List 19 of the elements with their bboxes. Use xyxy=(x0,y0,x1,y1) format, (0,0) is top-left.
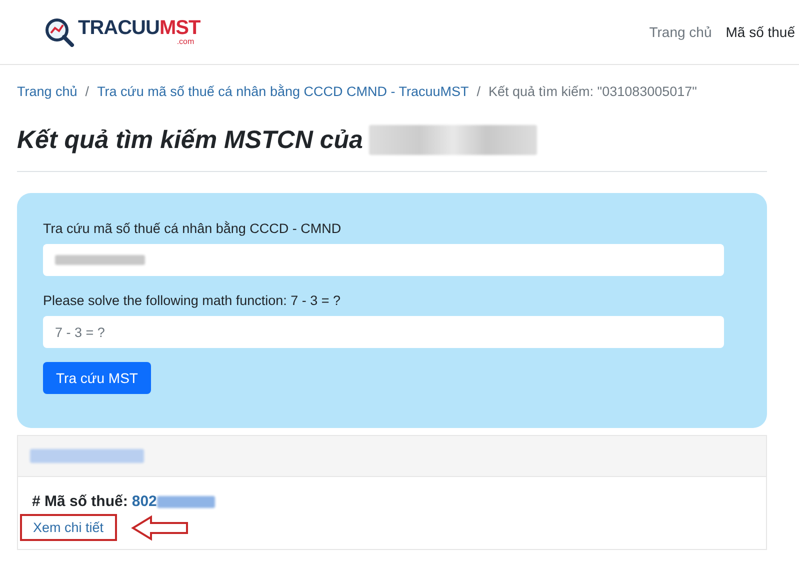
magnifier-chart-icon xyxy=(44,17,76,47)
breadcrumb-separator: / xyxy=(85,84,90,99)
tax-label: # Mã số thuế: xyxy=(32,493,128,510)
breadcrumb-current: Kết quả tìm kiếm: "031083005017" xyxy=(488,84,697,99)
site-logo[interactable]: TRACUUMST .com xyxy=(78,18,200,46)
search-button[interactable]: Tra cứu MST xyxy=(43,362,151,394)
nav-link[interactable]: Mã số thuế xyxy=(726,24,795,40)
detail-link[interactable]: Xem chi tiết xyxy=(20,514,117,541)
field-label: Please solve the following math function: 7 - 3 = ? xyxy=(43,293,342,308)
field-label: Tra cứu mã số thuế cá nhân bằng CCCD - CMND xyxy=(43,221,342,236)
page-title: Kết quả tìm kiếm MSTCN của xyxy=(17,126,363,154)
nav-link[interactable]: Trang chủ xyxy=(649,24,712,40)
input-field[interactable]: 7 - 3 = ? xyxy=(43,316,724,348)
arrow-icon xyxy=(130,514,189,540)
tax-number: 802 xyxy=(132,493,157,510)
input-field[interactable] xyxy=(43,244,724,276)
breadcrumb-separator: / xyxy=(476,84,480,99)
breadcrumb-link[interactable]: Tra cứu mã số thuế cá nhân bằng CCCD CMND - TracuuMST xyxy=(97,84,469,99)
breadcrumb-link[interactable]: Trang chủ xyxy=(17,84,78,99)
